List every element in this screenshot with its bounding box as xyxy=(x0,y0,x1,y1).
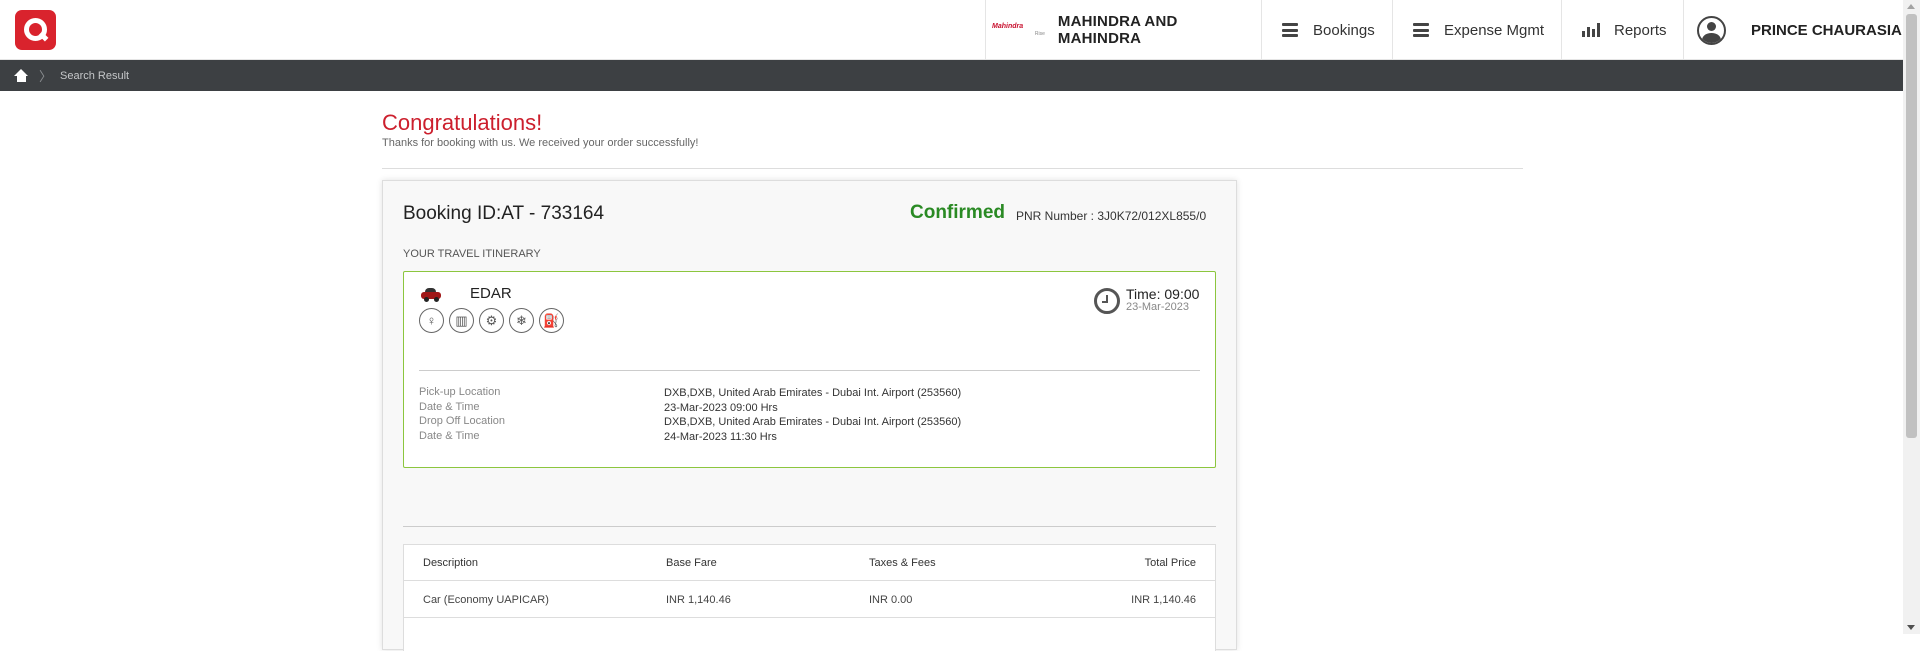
amenity-icons: ♀ ▥ ⚙ ❄ ⛽ xyxy=(419,308,564,333)
nav-bookings[interactable]: Bookings xyxy=(1261,0,1392,60)
scroll-thumb[interactable] xyxy=(1906,14,1917,438)
top-nav: Mahindra Rise MAHINDRA AND MAHINDRA Book… xyxy=(985,0,1903,60)
column-header: Description xyxy=(423,557,479,569)
menu-icon xyxy=(1282,23,1298,37)
table-row: Car (Economy UAPICAR) INR 1,140.46 INR 0… xyxy=(404,582,1215,618)
page-title: Congratulations! xyxy=(382,110,543,135)
pickup-time: Time: 09:00 xyxy=(1126,286,1200,302)
nav-bookings-label: Bookings xyxy=(1313,21,1375,39)
dropoff-location-label: Drop Off Location xyxy=(419,415,506,427)
company-name: MAHINDRA AND MAHINDRA xyxy=(1057,13,1178,47)
bar-chart-icon xyxy=(1582,23,1600,37)
top-header: Mahindra Rise MAHINDRA AND MAHINDRA Book… xyxy=(0,0,1903,60)
car-icon xyxy=(421,287,441,302)
car-name: EDAR xyxy=(470,285,512,302)
vertical-scrollbar[interactable] xyxy=(1903,0,1920,634)
fare-table-header: Description Base Fare Taxes & Fees Total… xyxy=(404,545,1215,581)
fare-taxes: INR 0.00 xyxy=(869,594,913,606)
scroll-up-arrow-icon[interactable] xyxy=(1907,4,1915,9)
pickup-location-label: Pick-up Location xyxy=(419,386,501,398)
dropoff-location-value: DXB,DXB, United Arab Emirates - Dubai In… xyxy=(664,416,962,428)
column-header: Total Price xyxy=(1144,557,1196,569)
pickup-location-value: DXB,DXB, United Arab Emirates - Dubai In… xyxy=(664,387,962,399)
home-icon[interactable] xyxy=(14,68,29,83)
dropoff-datetime-value: 24-Mar-2023 11:30 Hrs xyxy=(664,431,777,443)
breadcrumb: 〉 Search Result xyxy=(0,60,1903,91)
divider xyxy=(419,370,1200,371)
breadcrumb-separator-icon: 〉 xyxy=(39,69,53,84)
nav-reports[interactable]: Reports xyxy=(1561,0,1683,60)
nav-expense-mgmt[interactable]: Expense Mgmt xyxy=(1392,0,1561,60)
fare-base: INR 1,140.46 xyxy=(666,594,731,606)
itinerary-box: EDAR ♀ ▥ ⚙ ❄ ⛽ Time: 09:00 23-Mar-2023 P… xyxy=(403,271,1216,468)
nav-expense-label: Expense Mgmt xyxy=(1444,21,1545,39)
column-header: Taxes & Fees xyxy=(869,557,936,569)
divider xyxy=(403,526,1216,527)
scroll-down-arrow-icon[interactable] xyxy=(1907,625,1915,630)
fare-description: Car (Economy UAPICAR) xyxy=(423,594,549,606)
booking-id: Booking ID:AT - 733164 xyxy=(403,203,605,224)
pickup-date: 23-Mar-2023 xyxy=(1126,301,1189,313)
status-badge: Confirmed xyxy=(910,202,1005,223)
user-menu[interactable]: PRINCE CHAURASIA xyxy=(1683,0,1903,60)
company-logo: Mahindra Rise xyxy=(992,23,1045,37)
nav-reports-label: Reports xyxy=(1614,21,1667,39)
app-logo[interactable] xyxy=(15,10,56,50)
itinerary-heading: YOUR TRAVEL ITINERARY xyxy=(403,248,541,260)
transmission-icon: ⚙ xyxy=(479,308,504,333)
user-name: PRINCE CHAURASIA xyxy=(1751,21,1902,39)
fare-table: Description Base Fare Taxes & Fees Total… xyxy=(403,544,1216,651)
ac-icon: ❄ xyxy=(509,308,534,333)
divider xyxy=(382,168,1523,169)
menu-icon xyxy=(1413,23,1429,37)
person-icon: ♀ xyxy=(419,308,444,333)
pickup-datetime-value: 23-Mar-2023 09:00 Hrs xyxy=(664,402,778,414)
pickup-datetime-label: Date & Time xyxy=(419,401,480,413)
clock-icon xyxy=(1094,288,1120,314)
user-avatar-icon xyxy=(1697,15,1726,45)
breadcrumb-current: Search Result xyxy=(60,69,130,82)
company-selector[interactable]: Mahindra Rise MAHINDRA AND MAHINDRA xyxy=(985,0,1261,60)
pnr-number: PNR Number : 3J0K72/012XL855/0 xyxy=(1016,209,1207,223)
booking-card: Booking ID:AT - 733164 Confirmed PNR Num… xyxy=(382,180,1237,651)
confirmation-message: Thanks for booking with us. We received … xyxy=(382,137,699,149)
column-header: Base Fare xyxy=(666,557,717,569)
fare-total: INR 1,140.46 xyxy=(1131,594,1196,606)
luggage-icon: ▥ xyxy=(449,308,474,333)
dropoff-datetime-label: Date & Time xyxy=(419,430,480,442)
fuel-icon: ⛽ xyxy=(539,308,564,333)
